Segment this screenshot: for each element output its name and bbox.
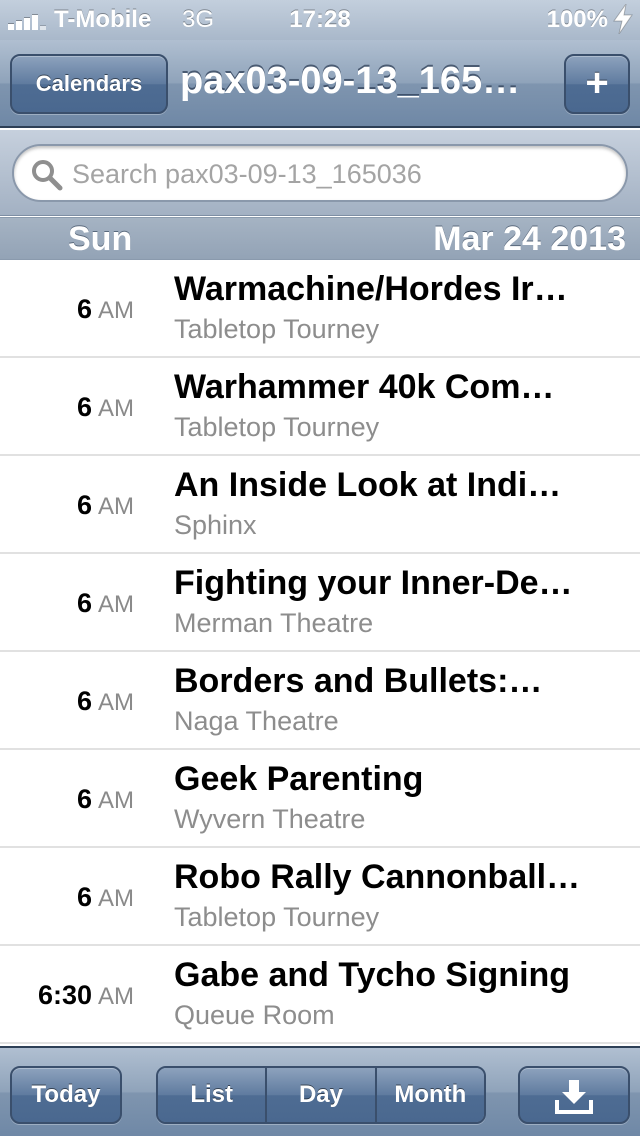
calendars-back-button[interactable]: Calendars	[10, 54, 168, 114]
charging-bolt-icon	[613, 4, 633, 34]
event-hour: 6	[76, 784, 92, 814]
event-location: Queue Room	[174, 1000, 335, 1030]
event-row[interactable]: 6 AM Fighting your Inner-De… Merman Theat…	[0, 554, 640, 652]
event-location: Merman Theatre	[174, 608, 374, 638]
event-list[interactable]: 6 AM Warmachine/Hordes Ir… Tabletop Tourn…	[0, 260, 640, 1044]
event-ampm: AM	[98, 689, 134, 716]
event-title: Gabe and Tycho Signing	[174, 956, 571, 994]
section-day: Sun	[68, 220, 133, 258]
download-button[interactable]	[518, 1066, 630, 1124]
status-time: 17:28	[289, 6, 351, 33]
event-location: Naga Theatre	[174, 706, 339, 736]
segment-month[interactable]: Month	[376, 1068, 484, 1122]
event-row[interactable]: 6 AM Borders and Bullets:… Naga Theatre	[0, 652, 640, 750]
event-location: Wyvern Theatre	[174, 804, 366, 834]
navigation-bar: Calendars pax03-09-13_165… +	[0, 40, 640, 128]
event-row[interactable]: 6 AM Robo Rally Cannonball… Tabletop Tour…	[0, 848, 640, 946]
event-row[interactable]: 6 AM An Inside Look at Indi… Sphinx	[0, 456, 640, 554]
event-time: 6 AM	[0, 294, 134, 325]
event-ampm: AM	[98, 591, 134, 618]
battery-percentage: 100%	[546, 6, 608, 33]
view-mode-segmented-control: List Day Month	[156, 1066, 486, 1124]
event-location: Tabletop Tourney	[174, 902, 380, 932]
event-row[interactable]: 6 AM Geek Parenting Wyvern Theatre	[0, 750, 640, 848]
event-ampm: AM	[98, 885, 134, 912]
event-hour: 6	[76, 392, 92, 422]
bottom-toolbar: Today List Day Month	[0, 1046, 640, 1136]
event-hour: 6	[76, 490, 92, 520]
search-bar	[0, 130, 640, 216]
event-title: An Inside Look at Indi…	[174, 466, 562, 504]
event-time: 6 AM	[0, 882, 134, 913]
event-title: Borders and Bullets:…	[174, 662, 543, 700]
download-tray-icon	[555, 1080, 593, 1114]
event-time: 6 AM	[0, 588, 134, 619]
event-row[interactable]: 6:30 AM Gabe and Tycho Signing Queue Room	[0, 946, 640, 1044]
search-field-container[interactable]	[12, 144, 628, 202]
event-hour: 6	[76, 882, 92, 912]
event-title: Fighting your Inner-De…	[174, 564, 573, 602]
event-ampm: AM	[98, 493, 134, 520]
search-input[interactable]	[72, 154, 612, 194]
calendar-title: pax03-09-13_165…	[180, 60, 521, 102]
event-ampm: AM	[98, 983, 134, 1010]
add-event-button[interactable]: +	[564, 54, 630, 114]
segment-day[interactable]: Day	[267, 1068, 377, 1122]
event-title: Warmachine/Hordes Ir…	[174, 270, 568, 308]
event-time: 6 AM	[0, 784, 134, 815]
event-time: 6:30 AM	[0, 980, 134, 1011]
day-section-header: Sun Mar 24 2013	[0, 217, 640, 260]
magnifier-icon	[32, 160, 63, 191]
event-hour: 6:30	[37, 980, 92, 1010]
event-ampm: AM	[98, 297, 134, 324]
event-ampm: AM	[98, 395, 134, 422]
event-location: Sphinx	[174, 510, 257, 540]
status-bar: T-Mobile 3G 17:28 100%	[0, 0, 640, 40]
event-hour: 6	[76, 588, 92, 618]
event-title: Robo Rally Cannonball…	[174, 858, 581, 896]
event-title: Warhammer 40k Com…	[174, 368, 555, 406]
event-location: Tabletop Tourney	[174, 314, 380, 344]
event-ampm: AM	[98, 787, 134, 814]
event-row[interactable]: 6 AM Warhammer 40k Com… Tabletop Tourney	[0, 358, 640, 456]
event-time: 6 AM	[0, 392, 134, 423]
event-location: Tabletop Tourney	[174, 412, 380, 442]
event-time: 6 AM	[0, 686, 134, 717]
segment-list[interactable]: List	[158, 1068, 268, 1122]
event-hour: 6	[76, 686, 92, 716]
event-row[interactable]: 6 AM Warmachine/Hordes Ir… Tabletop Tourn…	[0, 260, 640, 358]
event-time: 6 AM	[0, 490, 134, 521]
event-title: Geek Parenting	[174, 760, 424, 798]
event-hour: 6	[76, 294, 92, 324]
section-date: Mar 24 2013	[433, 220, 626, 258]
today-button[interactable]: Today	[10, 1066, 122, 1124]
